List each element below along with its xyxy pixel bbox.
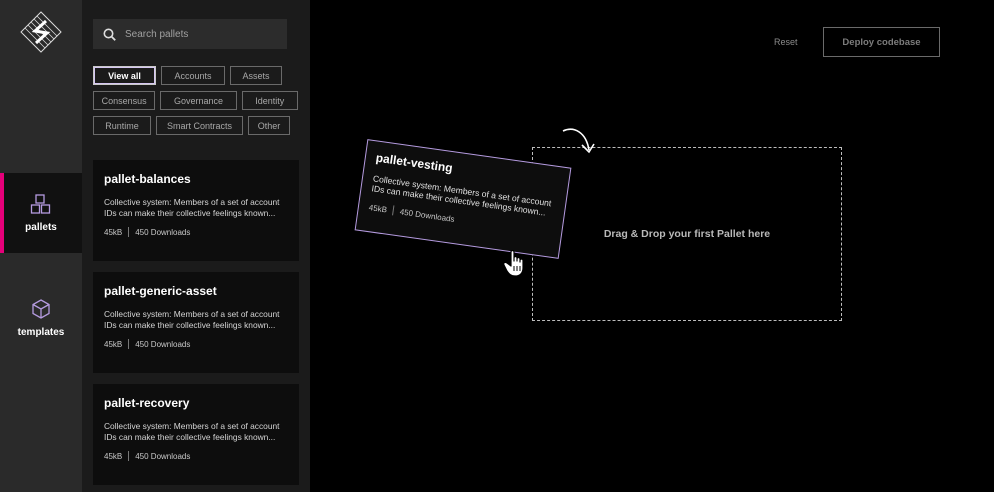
- pallet-description: Collective system: Members of a set of a…: [104, 197, 280, 218]
- logo-icon: [20, 11, 62, 53]
- filter-view-all[interactable]: View all: [93, 66, 156, 85]
- nav-pallets[interactable]: pallets: [0, 173, 82, 253]
- pallet-downloads: 450 Downloads: [135, 451, 191, 461]
- drop-zone[interactable]: Drag & Drop your first Pallet here: [532, 147, 842, 321]
- pallet-size: 45kB: [104, 339, 123, 349]
- pallet-description: Collective system: Members of a set of a…: [104, 309, 280, 330]
- pallet-size: 45kB: [104, 227, 123, 237]
- app-rail: pallets templates: [0, 0, 82, 492]
- filter-governance[interactable]: Governance: [160, 91, 237, 110]
- pallet-meta: 45kB 450 Downloads: [104, 451, 288, 461]
- pallet-downloads: 450 Downloads: [399, 206, 456, 224]
- reset-button[interactable]: Reset: [774, 37, 798, 47]
- pallet-size: 45kB: [104, 451, 123, 461]
- filter-runtime[interactable]: Runtime: [93, 116, 151, 135]
- filter-accounts[interactable]: Accounts: [161, 66, 225, 85]
- blocks-icon: [30, 194, 51, 214]
- pallet-name: pallet-recovery: [104, 396, 190, 410]
- search-box[interactable]: [93, 19, 287, 49]
- filter-assets[interactable]: Assets: [230, 66, 282, 85]
- nav-pallets-label: pallets: [25, 222, 57, 233]
- pallet-size: 45kB: [368, 202, 388, 214]
- filter-consensus[interactable]: Consensus: [93, 91, 156, 110]
- grab-cursor-icon: [503, 249, 524, 277]
- pallet-name: pallet-generic-asset: [104, 284, 217, 298]
- filter-smart-contracts[interactable]: Smart Contracts: [156, 116, 243, 135]
- pallet-name: pallet-balances: [104, 172, 191, 186]
- pallet-downloads: 450 Downloads: [135, 227, 191, 237]
- meta-divider: [128, 451, 130, 461]
- meta-divider: [392, 205, 395, 216]
- pallet-card[interactable]: pallet-recovery Collective system: Membe…: [93, 384, 299, 485]
- pallet-meta: 45kB 450 Downloads: [104, 227, 288, 237]
- filter-other[interactable]: Other: [248, 116, 290, 135]
- meta-divider: [128, 339, 130, 349]
- search-icon: [103, 28, 116, 41]
- pallet-downloads: 450 Downloads: [135, 339, 191, 349]
- meta-divider: [128, 227, 130, 237]
- deploy-codebase-button[interactable]: Deploy codebase: [823, 27, 940, 57]
- nav-templates-label: templates: [17, 327, 65, 338]
- pallet-card[interactable]: pallet-balances Collective system: Membe…: [93, 160, 299, 261]
- curved-arrow-icon: [562, 128, 595, 154]
- cube-icon: [32, 299, 50, 319]
- search-input[interactable]: [125, 28, 275, 40]
- nav-templates[interactable]: templates: [0, 278, 82, 358]
- pallet-meta: 45kB 450 Downloads: [104, 339, 288, 349]
- filter-identity[interactable]: Identity: [241, 91, 298, 110]
- pallet-description: Collective system: Members of a set of a…: [104, 421, 280, 442]
- pallet-library-panel: View all Accounts Assets Consensus Gover…: [82, 0, 310, 492]
- pallet-card[interactable]: pallet-generic-asset Collective system: …: [93, 272, 299, 373]
- category-filters: View all Accounts Assets Consensus Gover…: [93, 66, 303, 141]
- drop-zone-label: Drag & Drop your first Pallet here: [603, 228, 771, 240]
